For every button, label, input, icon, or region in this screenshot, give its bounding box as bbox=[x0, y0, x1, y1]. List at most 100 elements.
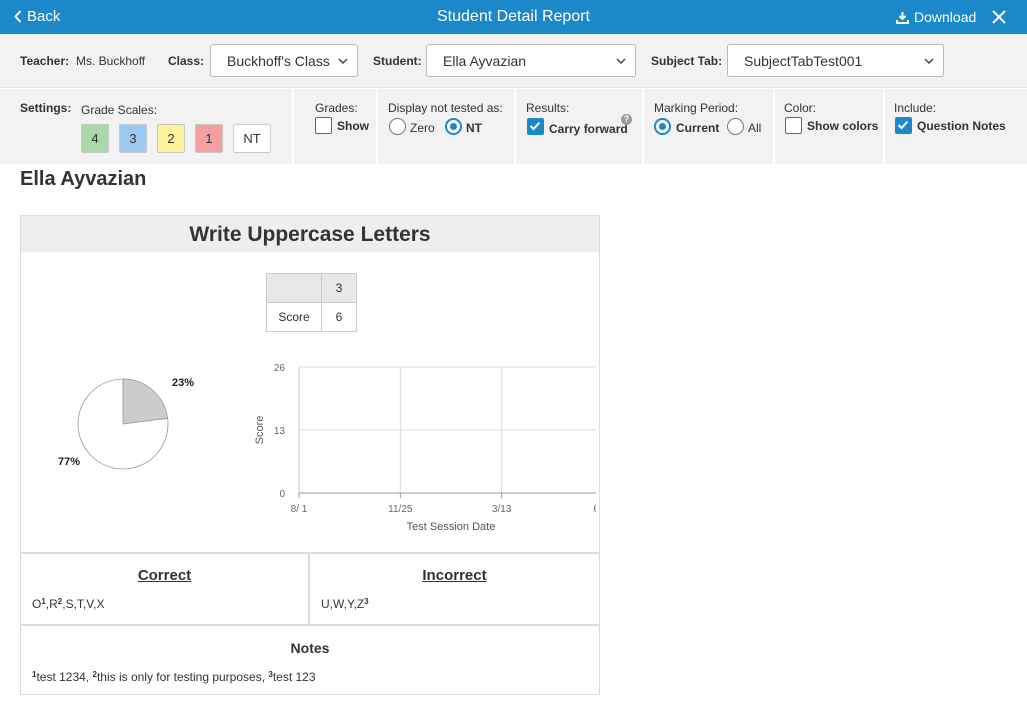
correct-list: O1,R2,S,T,V,X bbox=[32, 597, 105, 611]
grades-show-label: Show bbox=[337, 119, 369, 133]
grades-label: Grades: bbox=[315, 101, 358, 115]
display-not-tested-group: Display not tested as: Zero NT bbox=[376, 89, 514, 164]
grade-scale-label: NT bbox=[243, 131, 261, 146]
y-tick-label: 26 bbox=[274, 363, 286, 374]
grade-scale-2: 2 bbox=[157, 124, 185, 153]
subject-tab-select[interactable]: SubjectTabTest001 bbox=[727, 44, 944, 77]
incorrect-title: Incorrect bbox=[422, 567, 487, 584]
incorrect-list: U,W,Y,Z3 bbox=[321, 597, 369, 611]
color-label: Color: bbox=[784, 101, 817, 115]
subject-tab-label: Subject Tab: bbox=[651, 54, 723, 68]
x-tick-label: 8/ 1 bbox=[291, 504, 308, 515]
pie-slice bbox=[122, 378, 169, 425]
question-notes-checkbox[interactable] bbox=[895, 117, 912, 134]
note-3: test 123 bbox=[272, 670, 316, 684]
marking-current-radio[interactable] bbox=[654, 118, 671, 135]
incorrect-panel: Incorrect U,W,Y,Z3 bbox=[310, 552, 599, 624]
student-label: Student: bbox=[373, 54, 422, 68]
x-tick-label: 11/25 bbox=[388, 504, 413, 515]
notes-panel: Notes 1test 1234, 2this is only for test… bbox=[21, 624, 599, 694]
table-row: 3 bbox=[266, 273, 357, 303]
carry-forward-label: Carry forward bbox=[549, 122, 628, 136]
y-axis-label: Score bbox=[254, 416, 266, 445]
display-nt-label: NT bbox=[466, 121, 482, 135]
carry-forward-checkbox[interactable] bbox=[527, 118, 544, 135]
student-select[interactable]: Ella Ayvazian bbox=[426, 44, 636, 77]
student-select-value: Ella Ayvazian bbox=[443, 53, 527, 69]
table-cell: 3 bbox=[321, 273, 357, 303]
x-axis-label: Test Session Date bbox=[407, 521, 496, 533]
results-group: Results: Carry forward ? bbox=[514, 89, 642, 164]
marking-period-label: Marking Period: bbox=[654, 101, 739, 115]
notes-text: 1test 1234, 2this is only for testing pu… bbox=[32, 670, 316, 684]
y-tick-label: 13 bbox=[274, 426, 286, 437]
pie-slice-label: 23% bbox=[172, 377, 194, 389]
pie-slice-label: 77% bbox=[58, 456, 80, 468]
pie-chart: 23% 77% bbox=[58, 377, 194, 470]
help-icon[interactable]: ? bbox=[621, 114, 632, 125]
chevron-down-icon bbox=[338, 58, 348, 65]
correct-title: Correct bbox=[137, 567, 192, 584]
display-zero-label: Zero bbox=[410, 121, 435, 135]
report-card: Write Uppercase Letters 3 Score 6 23% 77%… bbox=[20, 215, 600, 695]
card-title: Write Uppercase Letters bbox=[21, 216, 599, 252]
chevron-down-icon bbox=[924, 58, 934, 65]
include-group: Include: Question Notes bbox=[883, 89, 1027, 164]
title-bar: Back Student Detail Report Download bbox=[0, 0, 1027, 34]
download-button[interactable]: Download bbox=[896, 9, 976, 25]
y-tick-label: 0 bbox=[279, 489, 285, 500]
color-group: Color: Show colors bbox=[773, 89, 883, 164]
display-zero-radio[interactable] bbox=[389, 118, 406, 135]
display-nt-radio[interactable] bbox=[445, 118, 462, 135]
student-name-heading: Ella Ayvazian bbox=[20, 168, 147, 190]
filter-bar: Teacher: Ms. Buckhoff Class: Buckhoff's … bbox=[0, 34, 1027, 88]
download-label: Download bbox=[914, 9, 977, 25]
show-colors-label: Show colors bbox=[807, 119, 879, 133]
marking-all-label: All bbox=[748, 121, 762, 135]
grade-scales-label: Grade Scales: bbox=[81, 103, 158, 117]
marking-all-radio[interactable] bbox=[727, 118, 744, 135]
settings-bar: Settings: Grade Scales: 4 3 2 1 NT Grade… bbox=[0, 89, 1027, 164]
note-1: test 1234, bbox=[36, 670, 93, 684]
notes-title: Notes bbox=[290, 640, 330, 656]
marking-period-group: Marking Period: Current All bbox=[642, 89, 773, 164]
teacher-value: Ms. Buckhoff bbox=[76, 54, 146, 68]
marking-current-label: Current bbox=[676, 121, 720, 135]
download-icon bbox=[896, 11, 909, 24]
grade-scale-label: 2 bbox=[167, 131, 175, 146]
grades-show-checkbox[interactable] bbox=[315, 117, 332, 134]
teacher-label: Teacher: bbox=[20, 54, 70, 68]
class-select[interactable]: Buckhoff's Class bbox=[210, 44, 358, 77]
note-2: this is only for testing purposes, bbox=[96, 670, 269, 684]
class-select-value: Buckhoff's Class bbox=[227, 53, 330, 69]
results-label: Results: bbox=[526, 101, 570, 115]
line-chart: 0 13 26 8/ 1 11/25 3/13 6/30 Test Session Date S… bbox=[254, 363, 596, 536]
display-not-tested-label: Display not tested as: bbox=[388, 101, 503, 115]
plot-area bbox=[299, 367, 596, 536]
x-tick-label: 6/30 bbox=[593, 504, 596, 515]
grade-scale-label: 1 bbox=[205, 131, 213, 146]
table-cell bbox=[266, 273, 322, 303]
page-title: Student Detail Report bbox=[437, 8, 590, 25]
chevron-down-icon bbox=[616, 58, 626, 65]
x-tick-label: 3/13 bbox=[492, 504, 512, 515]
grade-scale-label: 4 bbox=[91, 131, 99, 146]
settings-label: Settings: bbox=[20, 101, 72, 115]
grade-scale-4: 4 bbox=[81, 124, 109, 153]
question-notes-label: Question Notes bbox=[917, 119, 1006, 133]
subject-tab-select-value: SubjectTabTest001 bbox=[744, 53, 863, 69]
grades-group: Grades: Show bbox=[292, 89, 376, 164]
score-table: 3 Score 6 bbox=[266, 273, 357, 332]
correct-panel: Correct O1,R2,S,T,V,X bbox=[21, 552, 310, 624]
grade-scale-3: 3 bbox=[119, 124, 147, 153]
grade-scale-nt: NT bbox=[233, 124, 271, 153]
grade-scale-label: 3 bbox=[129, 131, 137, 146]
show-colors-checkbox[interactable] bbox=[785, 117, 802, 134]
include-label: Include: bbox=[894, 101, 937, 115]
table-row: Score 6 bbox=[266, 302, 357, 332]
table-cell: Score bbox=[266, 302, 322, 332]
class-label: Class: bbox=[168, 54, 205, 68]
grade-scale-1: 1 bbox=[195, 124, 223, 153]
close-icon[interactable] bbox=[990, 8, 1008, 26]
table-cell: 6 bbox=[321, 302, 357, 332]
